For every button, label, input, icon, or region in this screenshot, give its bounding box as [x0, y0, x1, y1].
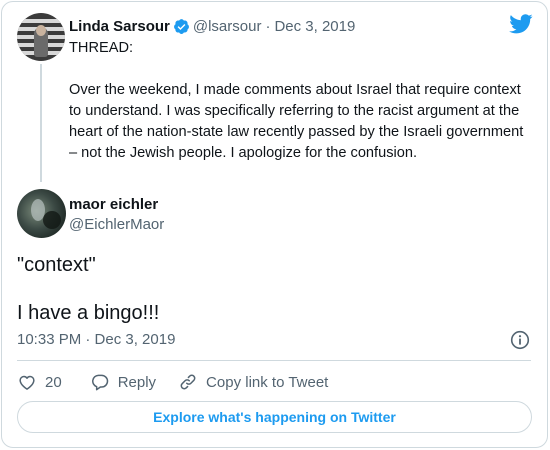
parent-tweet-header: Linda Sarsour @lsarsour · Dec 3, 2019 — [69, 16, 355, 36]
explore-twitter-button[interactable]: Explore what's happening on Twitter — [17, 401, 532, 433]
divider — [17, 360, 531, 361]
twitter-bird-icon[interactable] — [509, 14, 533, 34]
parent-author-handle[interactable]: @lsarsour — [193, 18, 262, 35]
speech-bubble-icon — [91, 374, 108, 391]
copy-link-label: Copy link to Tweet — [206, 373, 329, 391]
parent-author-name[interactable]: Linda Sarsour — [69, 18, 170, 35]
author-name[interactable]: maor eichler — [69, 196, 158, 213]
tweet-text: "context" I have a bingo!!! — [17, 254, 160, 324]
tweet-actions: 20 Reply Copy link to Tweet — [17, 371, 328, 393]
copy-link-button[interactable]: Copy link to Tweet — [178, 372, 328, 392]
tweet-timestamp[interactable]: 10:33 PM · Dec 3, 2019 — [17, 331, 175, 348]
parent-tweet-text: THREAD: Over the weekend, I made comment… — [69, 40, 524, 161]
like-count: 20 — [45, 373, 62, 391]
verified-badge-icon — [173, 18, 190, 35]
info-icon[interactable] — [510, 330, 530, 350]
author-handle[interactable]: @EichlerMaor — [69, 216, 164, 233]
author-avatar[interactable] — [17, 189, 66, 238]
reply-label: Reply — [117, 373, 157, 391]
parent-tweet-date[interactable]: Dec 3, 2019 — [274, 18, 355, 35]
thread-connector-line — [40, 64, 42, 182]
heart-icon — [19, 375, 35, 390]
link-icon — [180, 374, 196, 390]
like-button[interactable]: 20 — [17, 372, 62, 392]
parent-author-avatar[interactable] — [17, 13, 65, 61]
separator-dot: · — [265, 17, 271, 35]
reply-button[interactable]: Reply — [90, 372, 156, 392]
